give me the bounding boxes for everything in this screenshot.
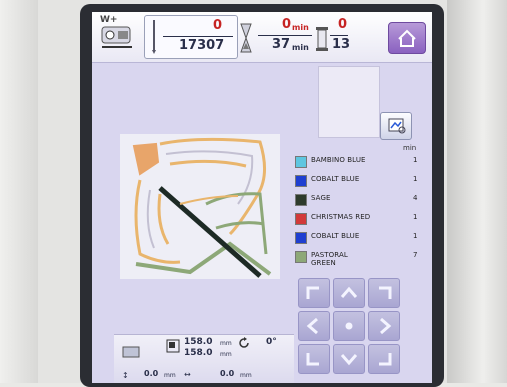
bezel-left [0,0,38,383]
move-right-button[interactable] [368,311,400,341]
offset-y-unit: mm [240,372,252,379]
needle-icon [152,20,156,54]
offset-x-arrows-icon: ↕ [122,371,129,380]
thread-swatch [295,251,307,263]
arrow-left-icon [306,317,318,335]
thread-swatch [295,213,307,225]
height-unit: mm [220,351,232,358]
design-preview-window [318,66,380,138]
arrow-down-left-icon [306,353,319,366]
arrow-right-icon [380,317,392,335]
thread-minutes: 4 [413,194,418,202]
thread-name: PASTORAL GREEN [311,251,348,267]
preview-button[interactable] [380,112,412,140]
offset-x-unit: mm [164,372,176,379]
move-left-button[interactable] [298,311,330,341]
thread-row[interactable]: COBALT BLUE 1 [295,173,427,189]
thread-swatch [295,194,307,206]
arrow-up-right-icon [379,286,392,299]
thread-minutes: 1 [413,175,418,183]
stitch-current: 0 [213,18,223,33]
move-arrow-pad [298,278,400,374]
time-counter: 0 min 37 min 0 13 [240,15,351,57]
move-center-button[interactable] [333,311,365,341]
move-down-left-button[interactable] [298,344,330,374]
stitch-total: 17307 [179,38,225,53]
bezel-right [447,0,507,383]
embroidery-design [132,137,272,278]
thread-swatch [295,156,307,168]
rotation-angle: 0° [266,337,277,347]
offset-y-value: 0.0 [220,369,235,378]
move-down-button[interactable] [333,344,365,374]
thread-name: COBALT BLUE [311,175,360,183]
arrow-down-right-icon [379,353,392,366]
time-total: 37 [272,37,291,52]
thread-minutes: 1 [413,213,418,221]
color-divider [330,35,348,36]
thread-width-button[interactable]: W+ [98,15,138,55]
size-position-footer: 158.0 mm 0° 158.0 mm ↕ 0.0 mm ↔ 0.0 mm [114,334,294,383]
thread-name: COBALT BLUE [311,232,360,240]
thread-name: BAMBINO BLUE [311,156,366,164]
move-down-right-button[interactable] [368,344,400,374]
arrow-down-icon [340,354,358,366]
thread-row[interactable]: COBALT BLUE 1 [295,230,427,246]
thread-minutes: 7 [413,251,418,259]
lcd-screen: W+ 0 17307 0 min 37 min 0 13 min BAMBINO… [92,12,432,383]
offset-x-value: 0.0 [144,369,159,378]
time-current-unit: min [292,23,309,32]
thread-row[interactable]: PASTORAL GREEN 7 [295,249,427,271]
thread-row[interactable]: BAMBINO BLUE 1 [295,154,427,170]
rotate-icon [239,337,249,348]
time-current: 0 [282,17,292,32]
thread-swatch [295,232,307,244]
thread-swatch [295,175,307,187]
move-up-left-button[interactable] [298,278,330,308]
thread-width-icon [101,26,132,48]
status-header: W+ 0 17307 0 min 37 min 0 13 [92,12,432,63]
thread-minutes: 1 [413,232,418,240]
thread-name: CHRISTMAS RED [311,213,371,221]
stitch-counter: 0 17307 [144,15,238,59]
design-height: 158.0 [184,348,213,358]
spool-icon [316,27,328,51]
size-icon [166,339,180,353]
width-unit: mm [220,340,232,347]
time-divider [258,35,312,36]
thread-minutes: 1 [413,156,418,164]
offset-y-arrows-icon: ↔ [184,370,191,379]
design-width: 158.0 [184,337,213,347]
move-up-button[interactable] [333,278,365,308]
home-button[interactable] [388,22,426,54]
hourglass-icon [240,23,252,53]
minutes-header: min [403,144,417,152]
arrow-up-icon [340,286,358,298]
arrow-up-left-icon [306,286,319,299]
home-icon [398,29,416,47]
color-current: 0 [338,17,348,32]
embroidery-design-canvas[interactable] [120,134,280,279]
thread-row[interactable]: SAGE 4 [295,192,427,208]
time-total-unit: min [292,43,309,52]
color-total: 13 [332,37,351,52]
thread-name: SAGE [311,194,331,202]
preview-icon [388,118,406,134]
frame-icon [122,346,140,358]
center-dot-icon [345,322,353,330]
stitch-divider [163,36,233,37]
thread-row[interactable]: CHRISTMAS RED 1 [295,211,427,227]
move-up-right-button[interactable] [368,278,400,308]
